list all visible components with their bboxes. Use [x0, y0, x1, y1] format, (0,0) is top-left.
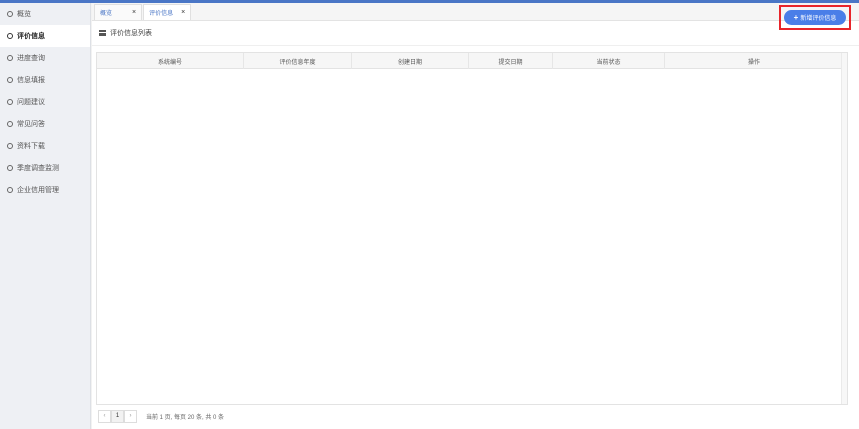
- sidebar-item-suggestions[interactable]: 问题建议: [0, 91, 90, 113]
- sidebar-item-label: 企业信用管理: [17, 187, 59, 194]
- circle-icon: [7, 99, 13, 105]
- add-evaluation-button[interactable]: + 新增评价信息: [784, 10, 846, 25]
- sidebar: 概览 评价信息 进度查询 信息填报 问题建议 常见问答 资料下载 季度调查监测 …: [0, 3, 91, 429]
- sidebar-item-credit-management[interactable]: 企业信用管理: [0, 179, 90, 201]
- sidebar-item-label: 常见问答: [17, 121, 45, 128]
- circle-icon: [7, 77, 13, 83]
- tab-evaluation-info[interactable]: 评价信息 ×: [143, 4, 192, 20]
- add-button-label: 新增评价信息: [800, 16, 837, 22]
- column-header-submit-date[interactable]: 提交日期: [469, 53, 553, 69]
- sidebar-item-info-fill[interactable]: 信息填报: [0, 69, 90, 91]
- circle-icon: [7, 33, 13, 39]
- circle-icon: [7, 143, 13, 149]
- tab-bar: 概览 × 评价信息 ×: [92, 3, 859, 21]
- sidebar-item-overview[interactable]: 概览: [0, 3, 90, 25]
- column-header-actions[interactable]: 操作: [665, 53, 843, 69]
- main-panel: 概览 × 评价信息 × 评价信息列表 + 新增评价信息 系统编号 评价信息年度 …: [92, 3, 859, 429]
- pagination-info: 当前 1 页, 每页 20 条, 共 0 条: [146, 414, 225, 421]
- sidebar-item-progress-query[interactable]: 进度查询: [0, 47, 90, 69]
- column-header-system-id[interactable]: 系统编号: [97, 53, 244, 69]
- sidebar-item-label: 季度调查监测: [17, 165, 59, 172]
- sidebar-item-label: 概览: [17, 11, 31, 18]
- sidebar-item-label: 资料下载: [17, 143, 45, 150]
- circle-icon: [7, 121, 13, 127]
- sidebar-item-downloads[interactable]: 资料下载: [0, 135, 90, 157]
- list-toolbar: 评价信息列表: [92, 21, 859, 46]
- add-button-highlight: + 新增评价信息: [779, 5, 851, 30]
- column-header-evaluation-year[interactable]: 评价信息年度: [244, 53, 352, 69]
- close-icon[interactable]: ×: [181, 9, 185, 16]
- next-page-button[interactable]: ›: [124, 409, 137, 423]
- sidebar-item-label: 评价信息: [17, 33, 45, 40]
- data-table: 系统编号 评价信息年度 创建日期 提交日期 当前状态 操作: [96, 52, 848, 405]
- tab-label: 概览: [100, 11, 113, 17]
- prev-page-button[interactable]: ‹: [98, 409, 111, 423]
- circle-icon: [7, 55, 13, 61]
- current-page-button[interactable]: 1: [111, 409, 124, 423]
- tab-overview[interactable]: 概览 ×: [94, 4, 143, 20]
- sidebar-item-faq[interactable]: 常见问答: [0, 113, 90, 135]
- column-header-create-date[interactable]: 创建日期: [352, 53, 469, 69]
- list-title: 评价信息列表: [110, 30, 152, 37]
- tab-label: 评价信息: [149, 11, 174, 17]
- sidebar-item-label: 信息填报: [17, 77, 45, 84]
- pagination: ‹ 1 › 当前 1 页, 每页 20 条, 共 0 条: [98, 409, 224, 423]
- sidebar-item-label: 问题建议: [17, 99, 45, 106]
- circle-icon: [7, 165, 13, 171]
- table-scrollbar[interactable]: [841, 53, 847, 404]
- sidebar-item-evaluation-info[interactable]: 评价信息: [0, 25, 90, 47]
- column-header-status[interactable]: 当前状态: [553, 53, 665, 69]
- circle-icon: [7, 187, 13, 193]
- circle-icon: [7, 11, 13, 17]
- list-icon: [99, 30, 106, 36]
- sidebar-item-quarterly-survey[interactable]: 季度调查监测: [0, 157, 90, 179]
- table-header: 系统编号 评价信息年度 创建日期 提交日期 当前状态 操作: [97, 53, 847, 69]
- sidebar-item-label: 进度查询: [17, 55, 45, 62]
- close-icon[interactable]: ×: [132, 9, 136, 16]
- plus-icon: +: [793, 13, 799, 22]
